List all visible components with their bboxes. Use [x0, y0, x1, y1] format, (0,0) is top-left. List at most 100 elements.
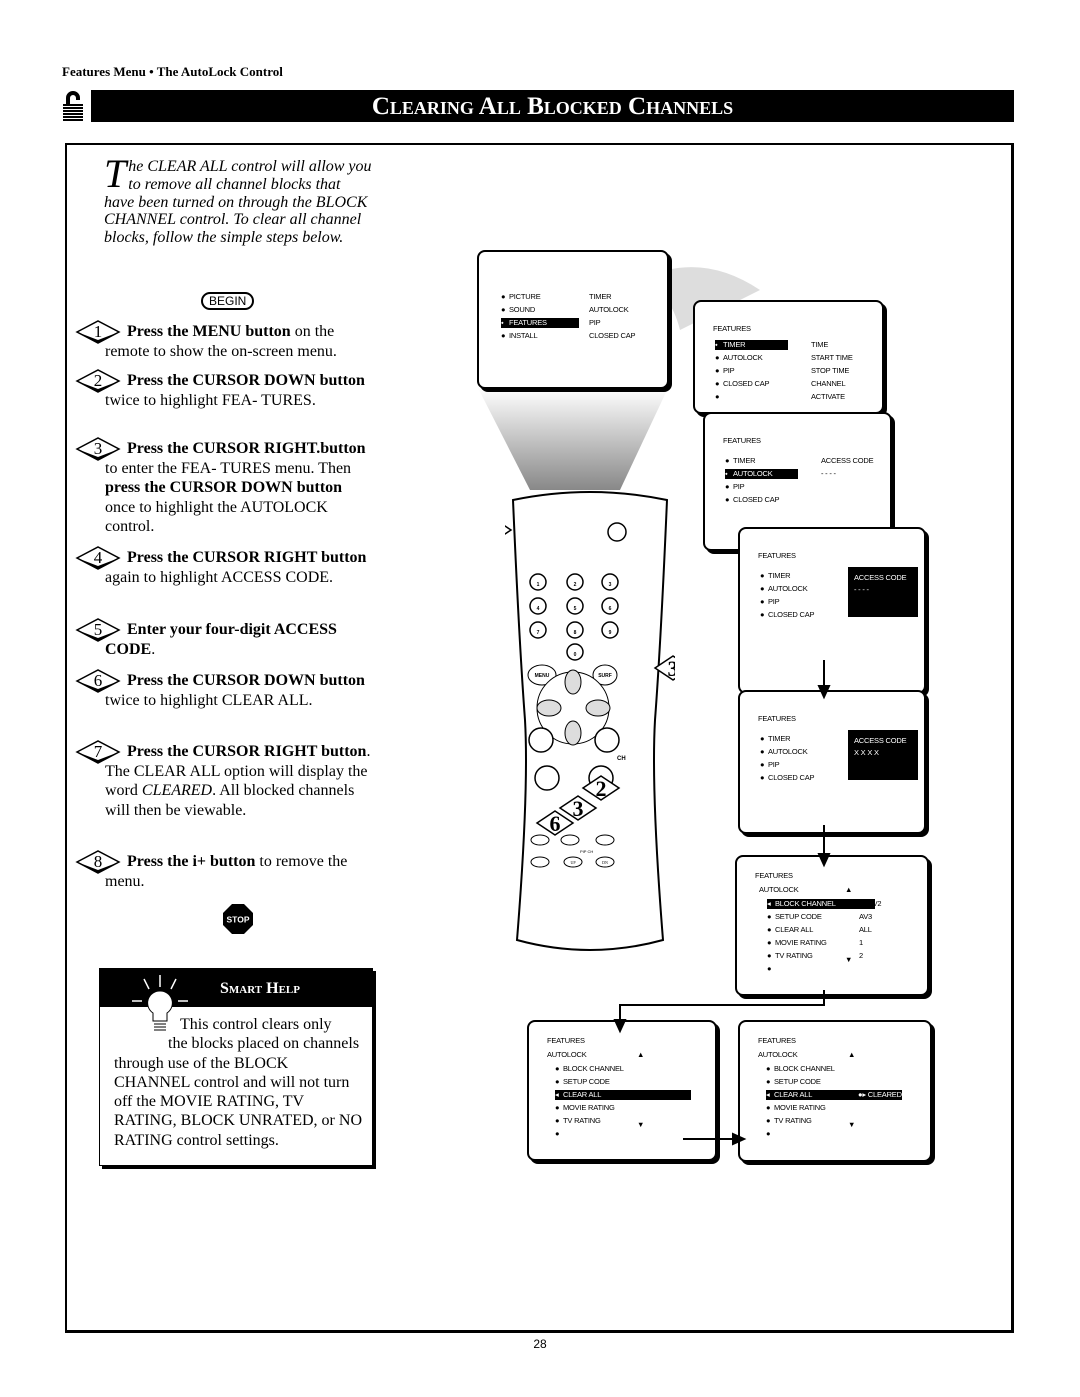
intro-text: he CLEAR ALL control will allow you to r… — [104, 158, 372, 247]
step-text: CLEARED — [141, 782, 213, 799]
power-button[interactable] — [607, 522, 627, 542]
menu-item[interactable]: ⬩ AUTOLOCK — [725, 469, 798, 479]
menu-item[interactable]: ● TIMER — [760, 734, 828, 744]
svg-text:2: 2 — [574, 582, 577, 588]
menu-screen-autolock-clearall: FEATURES AUTOLOCK ▲ ▼ ● BLOCK CHANNEL ● SETUP C… — [527, 1020, 717, 1161]
menu-value: 1 — [859, 938, 863, 947]
menu-item[interactable]: ● MOVIE RATING — [555, 1103, 623, 1113]
menu-item[interactable]: ● TV RATING — [766, 1116, 834, 1126]
menu-item[interactable]: ● INSTALL — [501, 331, 569, 341]
number-button-0[interactable]: 0 — [566, 643, 584, 661]
number-button-2[interactable]: 2 — [566, 573, 584, 591]
step-text: to enter the FEA- TURES menu. Then — [105, 459, 352, 477]
number-button-6[interactable]: 6 — [601, 597, 619, 615]
menu-value: AUTOLOCK — [589, 305, 629, 314]
menu-item[interactable]: ⬩ TIMER — [715, 340, 788, 350]
number-button-8[interactable]: 8 — [566, 621, 584, 639]
menu-item[interactable]: ● PIP — [760, 760, 828, 770]
menu-item[interactable]: ● BLOCK CHANNEL — [766, 1064, 835, 1074]
menu-item[interactable]: ● MOVIE RATING — [766, 1103, 834, 1113]
menu-screen-main: ● PICTURE TIMER ● SOUND AUTOLOCK ⬩ FEATURES PIP ●… — [477, 250, 669, 389]
menu-item[interactable]: ⬩ FEATURES — [501, 318, 579, 328]
pip-button[interactable] — [595, 834, 615, 846]
svg-text:6: 6 — [94, 671, 103, 690]
svg-text:3: 3 — [609, 582, 612, 588]
menu-value: ACCESS CODE — [821, 456, 874, 465]
step-number-diamond: 1 — [75, 320, 121, 344]
menu-item[interactable]: ● AUTOLOCK — [760, 747, 828, 757]
menu-value: PIP — [589, 318, 601, 327]
svg-text:4: 4 — [537, 606, 540, 612]
svg-text:SURF: SURF — [598, 673, 612, 679]
menu-item[interactable]: ◂ CLEAR ALL — [555, 1090, 691, 1100]
menu-item[interactable]: ● CLOSED CAP — [760, 773, 828, 783]
menu-value: CLOSED CAP — [589, 331, 636, 340]
menu-value: 2 — [859, 951, 863, 960]
step-text: twice to highlight FEA- TURES. — [105, 391, 316, 409]
number-button-5[interactable]: 5 — [566, 597, 584, 615]
menu-title: FEATURES — [758, 1036, 796, 1045]
menu-item[interactable]: ● CLEAR ALL — [767, 925, 835, 935]
svg-text:DN: DN — [602, 860, 608, 865]
menu-screen-autolock-cleared: FEATURES AUTOLOCK ▲ ▼ ● BLOCK CHANNEL ● SETUP C… — [738, 1020, 932, 1162]
menu-item[interactable]: ● TV RATING — [555, 1116, 623, 1126]
pip-button[interactable] — [530, 834, 550, 846]
menu-item[interactable]: ● TIMER — [760, 571, 828, 581]
menu-item[interactable]: ● SETUP CODE — [555, 1077, 623, 1087]
menu-value: START TIME — [811, 353, 853, 362]
menu-item[interactable]: ● PIP — [760, 597, 828, 607]
page-number: 28 — [533, 1337, 547, 1351]
step-number-diamond: 2 — [75, 369, 121, 393]
intro-paragraph: The CLEAR ALL control will allow you to … — [104, 154, 374, 247]
menu-screen-features-timer: FEATURES ⬩ TIMER TIME ● AUTOLOCK START TIME ● PI… — [693, 300, 884, 414]
svg-text:7: 7 — [537, 630, 540, 636]
step-7: 7 Press the CURSOR RIGHT button. The CLEA… — [75, 740, 375, 820]
menu-item[interactable]: ● SOUND — [501, 305, 569, 315]
svg-text:PIP CH: PIP CH — [580, 849, 593, 854]
menu-value: ●▸ AV2 — [859, 899, 882, 908]
menu-item[interactable]: ● BLOCK CHANNEL — [555, 1064, 624, 1074]
menu-item[interactable]: ● CLOSED CAP — [725, 495, 793, 505]
step-text: Press the CURSOR RIGHT button — [127, 743, 367, 760]
menu-title: FEATURES — [755, 871, 793, 880]
smart-help-rest: through use of the BLOCK CHANNEL control… — [114, 1054, 362, 1149]
svg-text:1: 1 — [537, 582, 540, 588]
step-3: 3 Press the CURSOR RIGHT.button to enter … — [75, 437, 375, 537]
begin-label: BEGIN — [201, 292, 255, 310]
number-button-9[interactable]: 9 — [601, 621, 619, 639]
cursor-down-button[interactable] — [564, 720, 582, 746]
menu-item[interactable]: ● SETUP CODE — [766, 1077, 834, 1087]
number-button-1[interactable]: 1 — [529, 573, 547, 591]
smart-help-box: Smart Help This control clears only the … — [99, 968, 373, 1166]
menu-item[interactable]: ● SETUP CODE — [767, 912, 835, 922]
menu-item[interactable]: ● MOVIE RATING — [767, 938, 835, 948]
volume-up-button[interactable] — [528, 727, 554, 753]
step-number-diamond: 6 — [75, 669, 121, 693]
number-button-7[interactable]: 7 — [529, 621, 547, 639]
cursor-up-button[interactable] — [564, 669, 582, 695]
menu-item[interactable]: ● CLOSED CAP — [760, 610, 828, 620]
channel-up-button[interactable] — [594, 727, 620, 753]
svg-text:4: 4 — [94, 548, 103, 567]
volume-down-button[interactable] — [534, 765, 560, 791]
number-button-3[interactable]: 3 — [601, 573, 619, 591]
menu-item[interactable]: ● CLOSED CAP — [715, 379, 783, 389]
menu-item[interactable]: ● TV RATING — [767, 951, 835, 961]
cursor-right-button[interactable] — [585, 699, 611, 717]
menu-title: FEATURES — [547, 1036, 585, 1045]
pip-button[interactable] — [530, 856, 550, 868]
breadcrumb: Features Menu • The AutoLock Control — [62, 64, 283, 79]
menu-item[interactable]: ● PIP — [725, 482, 793, 492]
menu-item[interactable]: ● TIMER — [725, 456, 793, 466]
menu-item[interactable]: ● PIP — [715, 366, 783, 376]
pip-button[interactable] — [560, 834, 580, 846]
menu-value: ALL — [859, 925, 872, 934]
step-callout-8: 8 — [505, 525, 513, 535]
menu-item[interactable]: ● AUTOLOCK — [760, 584, 828, 594]
menu-item[interactable]: ● PICTURE — [501, 292, 569, 302]
menu-item[interactable]: ● AUTOLOCK — [715, 353, 783, 363]
number-button-4[interactable]: 4 — [529, 597, 547, 615]
step-8: 8 Press the i+ button to remove the menu. — [75, 850, 375, 891]
cursor-left-button[interactable] — [536, 699, 562, 717]
menu-screen-access-code-entered: FEATURES ● TIMER ● AUTOLOCK ● PIP ● CLOSED CAP AC… — [738, 690, 926, 834]
